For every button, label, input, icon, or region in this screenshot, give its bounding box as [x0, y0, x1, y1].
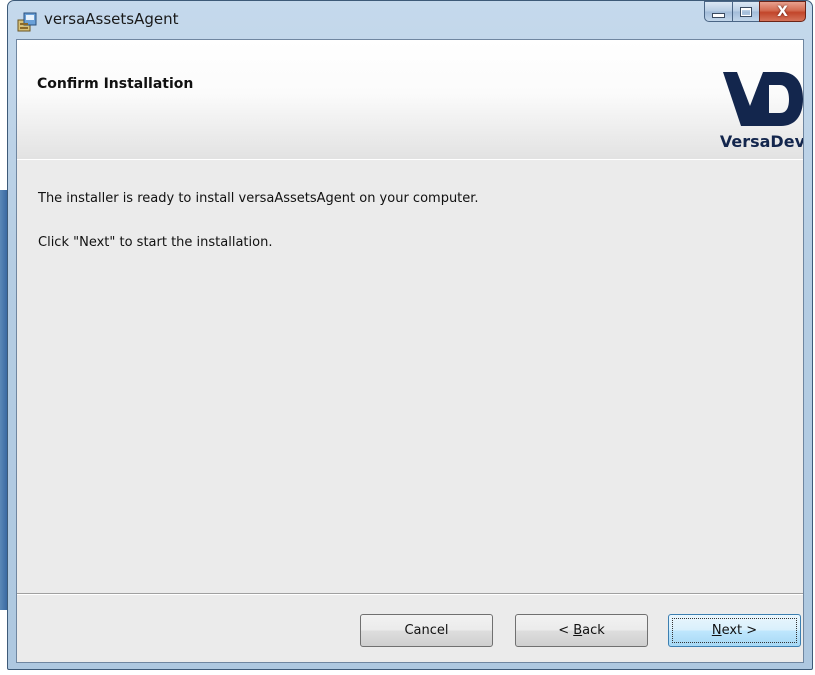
next-button[interactable]: Next > — [668, 614, 801, 647]
ready-message: The installer is ready to install versaA… — [38, 191, 479, 206]
maximize-icon — [740, 6, 752, 17]
back-button-label: < Back — [558, 623, 605, 638]
title-bar[interactable]: versaAssetsAgent X — [8, 1, 812, 39]
caption-buttons: X — [704, 1, 806, 23]
close-icon: X — [777, 3, 788, 20]
minimize-button[interactable] — [704, 1, 732, 22]
minimize-icon — [712, 13, 725, 18]
header-banner: Confirm Installation VersaDev — [17, 40, 803, 160]
cancel-button[interactable]: Cancel — [360, 614, 493, 647]
close-button[interactable]: X — [759, 1, 806, 22]
footer-divider-highlight — [17, 594, 803, 595]
vd-logo-mark-icon — [723, 72, 803, 126]
window-title: versaAssetsAgent — [44, 10, 179, 28]
installer-window: versaAssetsAgent X Confirm Installation — [7, 0, 813, 670]
page-title: Confirm Installation — [37, 76, 194, 92]
back-button[interactable]: < Back — [515, 614, 648, 647]
installer-app-icon — [17, 12, 37, 32]
focus-rectangle — [672, 618, 797, 643]
next-instruction: Click "Next" to start the installation. — [38, 235, 273, 250]
versadev-logo: VersaDev — [683, 70, 804, 152]
background-edge — [0, 190, 7, 610]
installer-client-area: Confirm Installation VersaDev The instal… — [16, 39, 804, 663]
maximize-button[interactable] — [732, 1, 759, 22]
banner-divider — [17, 159, 803, 160]
versadev-logo-text: VersaDev — [719, 132, 804, 151]
cancel-button-label: Cancel — [404, 623, 449, 638]
